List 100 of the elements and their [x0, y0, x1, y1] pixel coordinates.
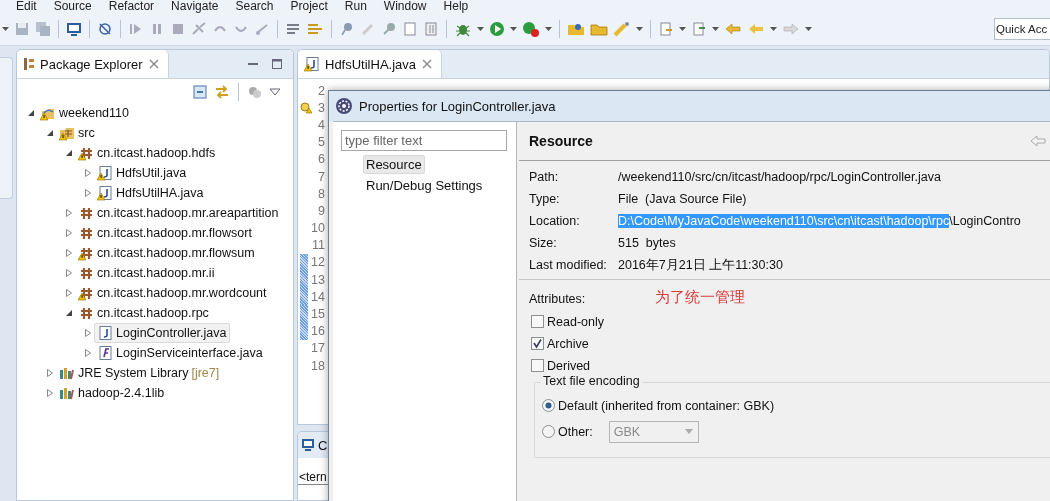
folder-icon[interactable] [567, 21, 585, 37]
expand-arrow-icon[interactable] [65, 209, 73, 217]
pin-icon[interactable] [339, 21, 355, 37]
property-value: 2016年7月21日 上午11:30:30 [618, 257, 784, 273]
tree-item[interactable]: cn.itcast.hadoop.rpc [75, 303, 212, 323]
menu-item[interactable]: Project [290, 0, 328, 13]
line-number: 6 [317, 152, 325, 167]
line-number: 9 [317, 203, 325, 218]
property-value: 515 bytes [618, 235, 677, 251]
caret-icon[interactable] [770, 27, 777, 31]
checkbox[interactable]: Archive [519, 335, 1050, 352]
menu-item[interactable]: Window [383, 0, 427, 13]
caret-icon[interactable] [2, 27, 9, 31]
caret-icon[interactable] [679, 27, 686, 31]
tree-item[interactable]: LoginServiceinterface.java [94, 343, 266, 363]
run-icon[interactable] [489, 21, 505, 37]
stop-icon[interactable] [170, 21, 186, 37]
warning-bulb-icon[interactable] [300, 101, 312, 114]
attributes-label: Attributes: [529, 292, 586, 306]
tree-item[interactable]: cn.itcast.hadoop.mr.areapartition [75, 203, 282, 223]
save-all-icon[interactable] [35, 21, 51, 37]
collapse-arrow-icon[interactable] [46, 129, 54, 137]
caret-icon[interactable] [805, 27, 812, 31]
line-number: 8 [317, 186, 325, 201]
menu-item[interactable]: Source [53, 0, 92, 13]
caret-icon[interactable] [636, 27, 643, 31]
line-number: 16 [310, 324, 325, 339]
group-label: Text file encoding [541, 374, 642, 388]
view-menu-icon[interactable] [269, 86, 281, 98]
expand-arrow-icon[interactable] [84, 189, 92, 197]
wrench-icon[interactable] [306, 21, 324, 37]
tree-item[interactable]: cn.itcast.hadoop.mr.wordcount [75, 283, 270, 303]
menu-item[interactable]: Help [443, 0, 469, 13]
tree-item[interactable]: HdfsUtil.java [94, 163, 190, 183]
expand-arrow-icon[interactable] [65, 289, 73, 297]
tree-item[interactable]: Resource [363, 155, 425, 174]
caret-icon[interactable] [477, 27, 484, 31]
collapse-arrow-icon[interactable] [65, 309, 73, 317]
expand-arrow-icon[interactable] [65, 229, 73, 237]
tree-item[interactable]: cn.itcast.hadoop.mr.flowsort [75, 223, 255, 243]
radio-button[interactable]: Default (inherited from container: GBK) [542, 397, 1050, 414]
close-icon[interactable] [147, 58, 160, 70]
line-number: 18 [310, 358, 325, 373]
expand-arrow-icon[interactable] [46, 369, 54, 377]
expand-arrow-icon[interactable] [46, 389, 54, 397]
tree-item[interactable]: JRE System Library [jre7] [56, 363, 223, 383]
menu-item[interactable]: Refactor [108, 0, 155, 13]
filter-field[interactable]: type filter text [341, 130, 507, 151]
expand-arrow-icon[interactable] [65, 269, 73, 277]
checkbox[interactable]: Derived [519, 357, 1050, 374]
run-stop-icon[interactable] [522, 21, 540, 37]
collapse-all-icon[interactable] [192, 84, 208, 100]
dialog-title: Properties for LoginController.java [359, 98, 556, 114]
line-number: 4 [317, 117, 325, 132]
menu-item[interactable]: Edit [16, 0, 37, 13]
caret-icon[interactable] [712, 27, 719, 31]
menu-item[interactable]: Search [235, 0, 274, 13]
maximize-icon[interactable] [271, 58, 283, 70]
package-explorer-tab[interactable]: Package Explorer [17, 50, 169, 78]
menu-item[interactable]: Run [344, 0, 367, 13]
close-icon[interactable] [421, 58, 434, 70]
editor-tab[interactable]: HdfsUtilHA.java [298, 50, 443, 78]
filter-icon[interactable] [247, 84, 263, 100]
tree-item[interactable]: src [56, 123, 98, 143]
expand-arrow-icon[interactable] [84, 329, 92, 337]
tree-item[interactable]: weekend110 [37, 103, 132, 123]
caret-icon[interactable] [510, 27, 517, 31]
menu-item[interactable]: Navigate [171, 0, 219, 13]
property-label: Last modified: [529, 257, 608, 273]
tree-item[interactable]: HdfsUtilHA.java [94, 183, 207, 203]
expand-arrow-icon[interactable] [84, 169, 92, 177]
tree-item[interactable]: Run/Debug Settings [363, 176, 486, 195]
tree-item[interactable]: cn.itcast.hadoop.hdfs [75, 143, 219, 163]
collapse-arrow-icon[interactable] [65, 149, 73, 157]
arrow-left-icon[interactable] [724, 21, 742, 37]
line-number: 2 [317, 83, 325, 98]
property-value: File (Java Source File) [618, 191, 748, 207]
tree-item[interactable]: LoginController.java [94, 323, 230, 343]
tree-item[interactable]: cn.itcast.hadoop.mr.flowsum [75, 243, 258, 263]
checkbox[interactable]: Read-only [519, 313, 1050, 330]
slash-circle-icon[interactable] [97, 21, 113, 37]
property-value: /weekend110/src/cn/itcast/hadoop/rpc/LoginController.java [618, 169, 942, 185]
monitor-icon[interactable] [66, 21, 82, 37]
line-number: 12 [310, 255, 325, 270]
expand-arrow-icon[interactable] [84, 349, 92, 357]
quick-access-field[interactable]: Quick Acc [994, 18, 1050, 40]
page-icon[interactable] [402, 21, 418, 37]
java-file-warning-icon [304, 56, 320, 72]
tree-item[interactable]: hadoop-2.4.1lib [56, 383, 168, 403]
caret-icon[interactable] [545, 27, 552, 31]
save-icon[interactable] [14, 21, 30, 37]
property-label: Path: [529, 169, 560, 185]
collapse-arrow-icon[interactable] [27, 109, 35, 117]
list-icon[interactable] [285, 21, 301, 37]
tree-item[interactable]: cn.itcast.hadoop.mr.ii [75, 263, 218, 283]
line-number: 17 [310, 341, 325, 356]
link-arrows-icon[interactable] [214, 84, 230, 100]
expand-arrow-icon[interactable] [65, 249, 73, 257]
folder-icon[interactable] [590, 21, 608, 37]
line-number: 3 [317, 100, 325, 115]
